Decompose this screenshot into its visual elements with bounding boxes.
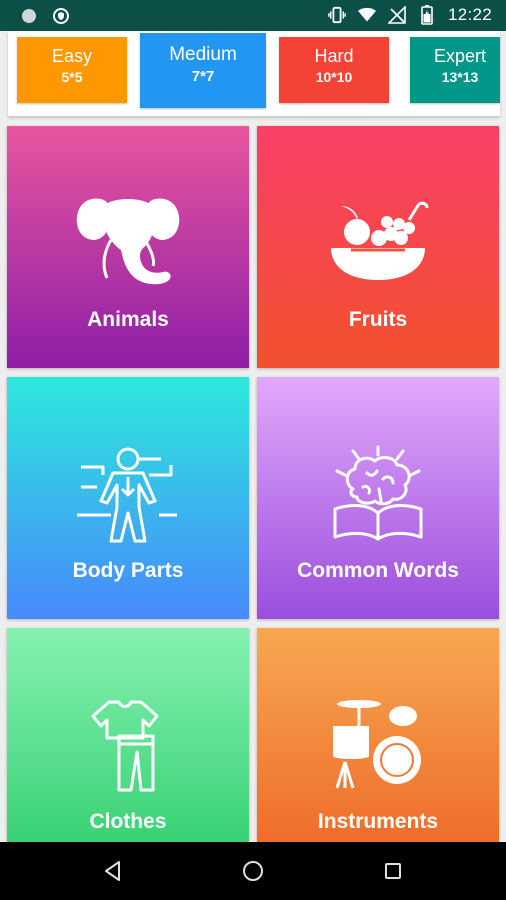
category-label: Body Parts [72,559,184,582]
recents-icon[interactable] [381,859,405,883]
difficulty-size: 10*10 [315,69,353,85]
shield-icon [52,7,70,25]
back-icon[interactable] [101,859,125,883]
clothes-icon [91,700,159,792]
status-time: 12:22 [447,5,492,24]
category-label: Common Words [297,559,459,582]
category-grid: Animals Fruits Body Parts Common Words C… [0,116,506,842]
navigation-bar [0,842,506,900]
wifi-icon [357,6,376,24]
difficulty-name: Easy [51,46,93,66]
vibrate-icon [328,6,346,24]
category-label: Clothes [89,810,167,833]
category-instruments[interactable]: Instruments [257,628,499,842]
difficulty-medium-button[interactable]: Medium 7*7 [140,33,266,108]
category-fruits[interactable]: Fruits [257,126,499,368]
fruit-bowl-icon [331,201,429,280]
difficulty-selector: Easy 5*5 Medium 7*7 Hard 10*10 Expert 13… [8,31,500,116]
category-label: Fruits [348,308,408,331]
category-label: Instruments [317,810,439,833]
category-common-words[interactable]: Common Words [257,377,499,619]
elephant-icon [76,198,180,285]
difficulty-size: 7*7 [191,68,215,85]
battery-icon [418,5,436,25]
category-clothes[interactable]: Clothes [7,628,249,842]
difficulty-size: 13*13 [441,69,479,85]
difficulty-name: Expert [433,46,487,66]
difficulty-size: 5*5 [61,69,83,85]
brain-book-icon [333,445,423,541]
body-diagram-icon [77,447,177,543]
home-icon[interactable] [241,859,265,883]
difficulty-expert-button[interactable]: Expert 13*13 [410,37,500,103]
difficulty-hard-button[interactable]: Hard 10*10 [279,37,389,103]
no-signal-icon [387,6,406,24]
difficulty-name: Hard [314,46,354,66]
category-body-parts[interactable]: Body Parts [7,377,249,619]
status-bar: 12:22 [0,0,506,31]
category-animals[interactable]: Animals [7,126,249,368]
category-label: Animals [87,308,169,331]
difficulty-easy-button[interactable]: Easy 5*5 [17,37,127,103]
difficulty-name: Medium [169,44,237,65]
circle-notification-icon [20,7,38,25]
drum-kit-icon [333,700,421,789]
